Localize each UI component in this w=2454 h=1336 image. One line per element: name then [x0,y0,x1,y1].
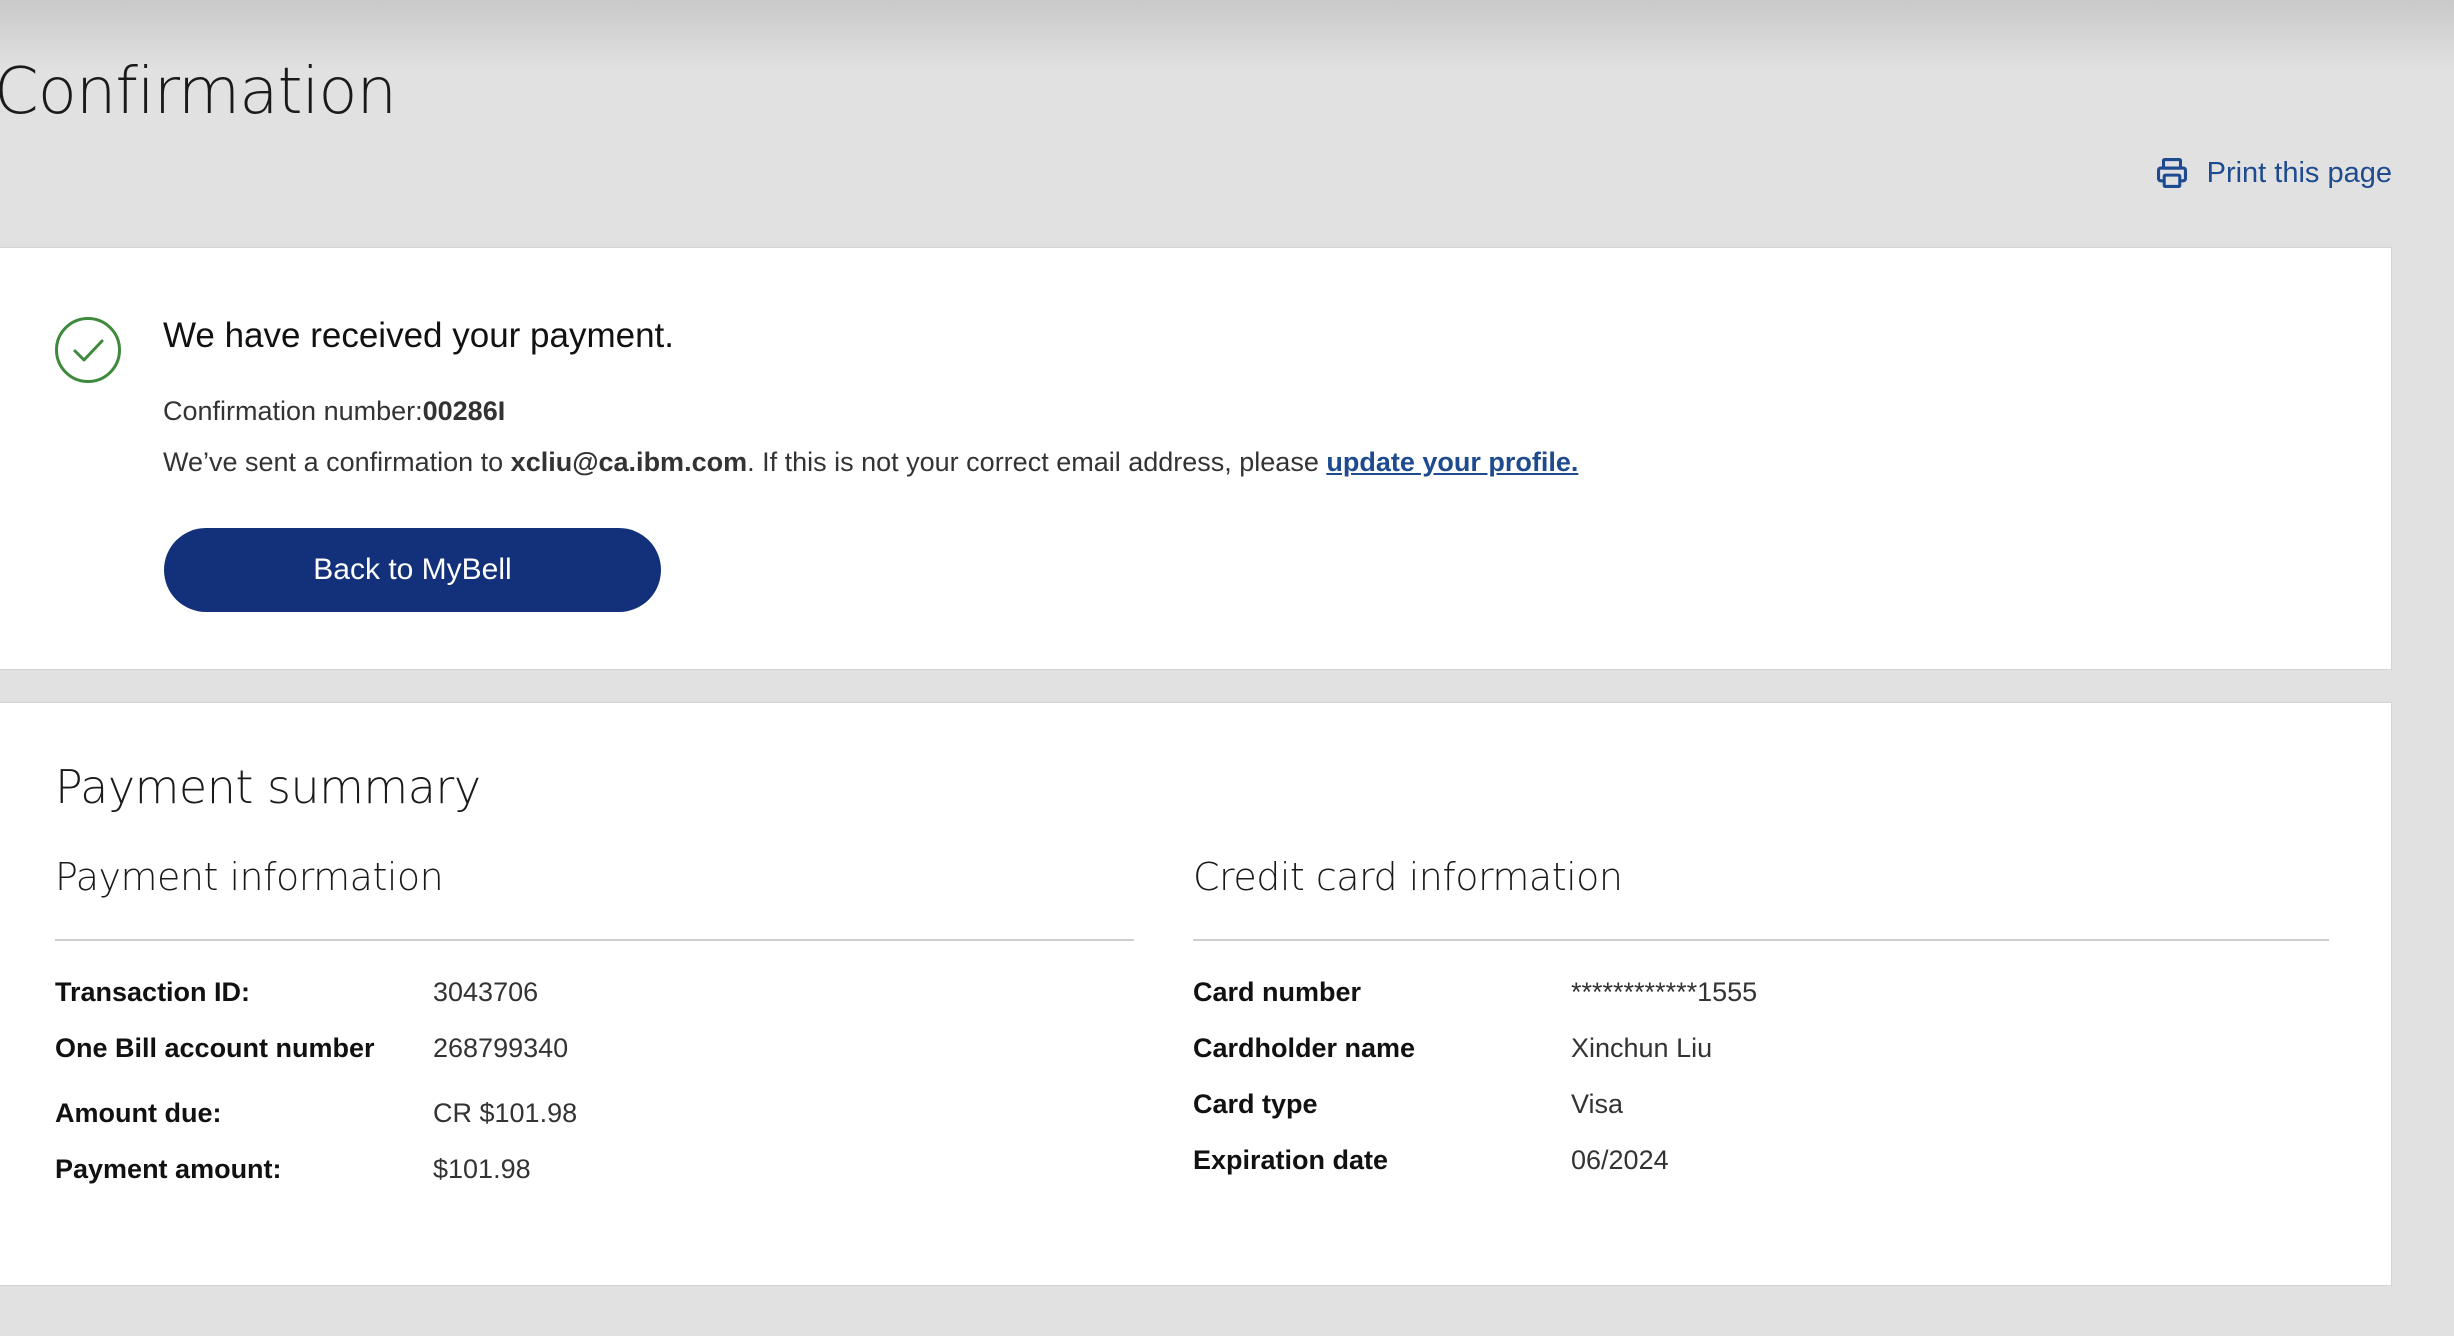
update-profile-link[interactable]: update your profile. [1326,447,1578,477]
credit-card-information-divider [1193,939,2329,941]
card-number-label: Card number [1193,977,1362,1007]
cardholder-name-label: Cardholder name [1193,1033,1416,1063]
card-number-value: ************1555 [1571,977,1758,1007]
confirmation-number-label: Confirmation number: [163,396,423,426]
credit-card-information-heading: Credit card information [1193,855,1623,899]
email-prefix: We’ve sent a confirmation to [163,447,511,477]
amount-due-value: CR $101.98 [433,1098,578,1128]
payment-amount-label: Payment amount: [55,1154,282,1184]
payment-information-divider [55,939,1134,941]
print-page-label: Print this page [2206,156,2392,189]
email-suffix: . If this is not your correct email addr… [747,447,1327,477]
expiration-date-label: Expiration date [1193,1145,1389,1175]
back-to-mybell-button[interactable]: Back to MyBell [164,528,661,612]
payment-summary-title: Payment summary [55,760,481,814]
account-number-value: 268799340 [433,1033,569,1063]
account-number-label: One Bill account number [55,1033,375,1063]
payment-information-heading: Payment information [55,855,444,899]
confirmation-email-message: We’ve sent a confirmation to xcliu@ca.ib… [163,445,1578,479]
amount-due-label: Amount due: [55,1098,222,1128]
payment-amount-value: $101.98 [433,1154,531,1184]
page-title: Confirmation [0,55,397,129]
confirmation-card: We have received your payment. Confirmat… [0,247,2392,670]
confirmation-number: Confirmation number:00286I [163,394,505,428]
payment-summary-card: Payment summary Payment information Tran… [0,702,2392,1286]
expiration-date-value: 06/2024 [1571,1145,1669,1175]
transaction-id-label: Transaction ID: [55,977,251,1007]
card-type-value: Visa [1571,1089,1624,1119]
check-circle-icon [55,317,121,383]
print-page-link[interactable]: Print this page [2155,156,2392,190]
transaction-id-value: 3043706 [433,977,539,1007]
card-type-label: Card type [1193,1089,1318,1119]
email-address: xcliu@ca.ibm.com [510,447,748,477]
confirmation-number-value: 00286I [422,396,506,426]
cardholder-name-value: Xinchun Liu [1571,1033,1713,1063]
confirmation-heading: We have received your payment. [163,316,675,355]
printer-icon [2156,157,2187,189]
